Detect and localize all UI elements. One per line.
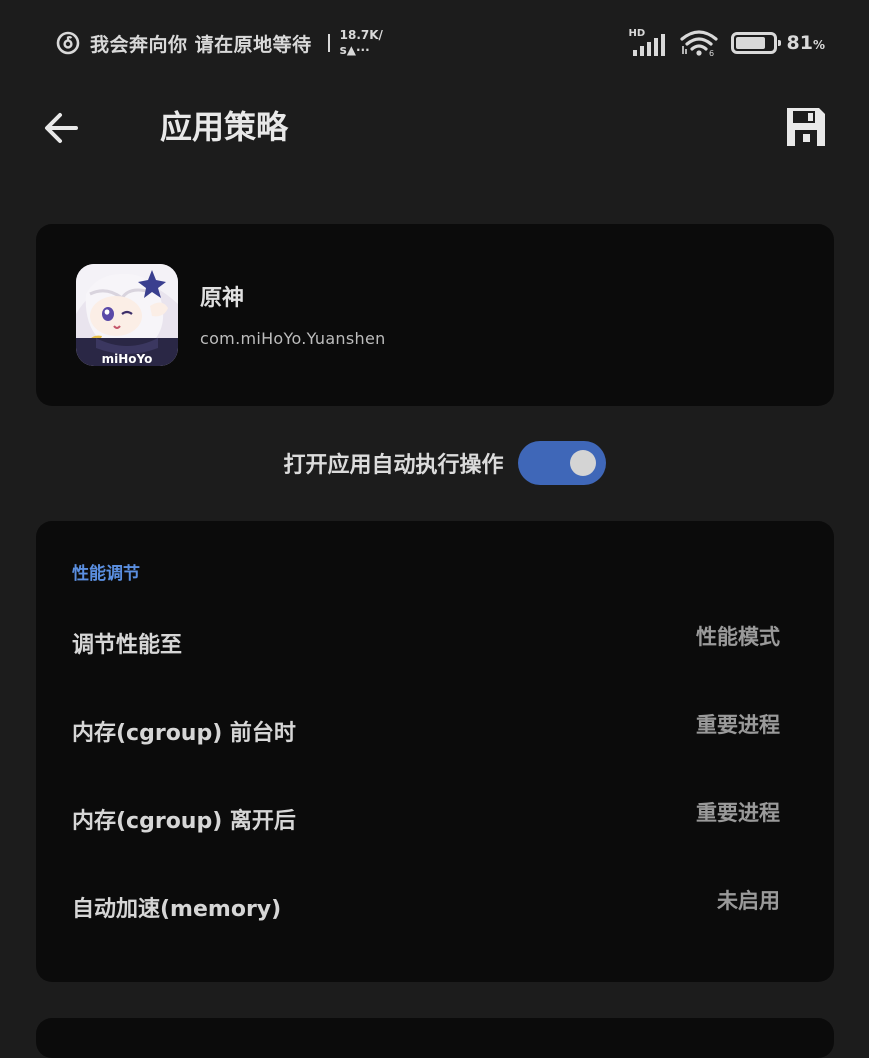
floppy-disk-icon <box>787 108 825 146</box>
next-settings-card <box>36 1018 834 1058</box>
auto-execute-toggle[interactable] <box>517 441 606 485</box>
page-title: 应用策略 <box>160 108 289 146</box>
app-package-name: com.miHoYo.Yuanshen <box>200 329 386 348</box>
app-name: 原神 <box>200 286 245 311</box>
status-bar-right: HD 6 81% <box>629 26 825 60</box>
arrow-left-icon <box>45 113 78 143</box>
setting-row-performance-mode[interactable]: 调节性能至 性能模式 <box>36 611 834 671</box>
now-playing-text: 我会奔向你 请在原地等待 <box>90 33 312 56</box>
setting-label: 调节性能至 <box>72 633 183 658</box>
app-info-card: miHoYo 原神 com.miHoYo.Yuanshen <box>36 224 834 406</box>
status-bar: 我会奔向你 请在原地等待 18.7K/ s▲··· HD 6 81% <box>0 0 869 84</box>
network-speed-unit: s▲··· <box>339 43 370 57</box>
setting-label: 内存(cgroup) 离开后 <box>72 809 296 834</box>
toggle-knob <box>569 450 596 476</box>
setting-row-auto-boost[interactable]: 自动加速(memory) 未启用 <box>36 875 834 935</box>
status-divider <box>327 34 330 52</box>
battery-fill <box>735 37 765 49</box>
wifi-icon: 6 <box>679 30 718 57</box>
network-speed: 18.7K/ s▲··· <box>340 28 383 58</box>
setting-value: 重要进程 <box>696 801 780 825</box>
app-icon: miHoYo <box>76 264 178 366</box>
setting-row-memory-foreground[interactable]: 内存(cgroup) 前台时 重要进程 <box>36 699 834 759</box>
auto-execute-row: 打开应用自动执行操作 <box>0 440 869 486</box>
back-button[interactable] <box>38 104 86 152</box>
setting-label: 自动加速(memory) <box>72 897 282 922</box>
performance-settings-card: 性能调节 调节性能至 性能模式 内存(cgroup) 前台时 重要进程 内存(c… <box>36 521 834 982</box>
music-app-icon <box>56 31 80 55</box>
setting-value: 性能模式 <box>696 625 780 649</box>
status-bar-left: 我会奔向你 请在原地等待 18.7K/ s▲··· <box>56 26 383 60</box>
setting-value: 重要进程 <box>696 713 780 737</box>
battery-percent: 81% <box>786 32 825 54</box>
battery-icon <box>730 32 781 54</box>
save-button[interactable] <box>781 102 831 152</box>
signal-icon: HD <box>629 28 669 56</box>
setting-label: 内存(cgroup) 前台时 <box>72 721 296 746</box>
section-title-performance: 性能调节 <box>72 564 140 584</box>
auto-execute-label: 打开应用自动执行操作 <box>283 453 504 478</box>
network-speed-value: 18.7K/ <box>339 28 383 42</box>
genshin-app-icon: miHoYo <box>76 264 178 366</box>
app-bar: 应用策略 <box>0 84 869 172</box>
setting-value: 未启用 <box>717 889 780 913</box>
setting-row-memory-background[interactable]: 内存(cgroup) 离开后 重要进程 <box>36 787 834 847</box>
app-icon-brand-text: miHoYo <box>102 352 153 366</box>
wifi-slot-label: 6 <box>709 49 714 57</box>
